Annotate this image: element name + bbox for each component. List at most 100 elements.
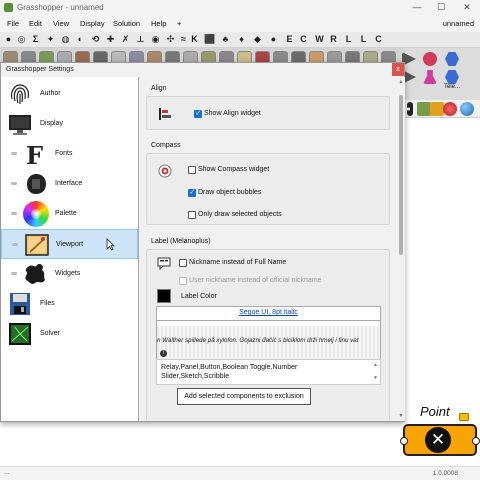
tab-vector-icon[interactable]: ✦ [45, 34, 56, 45]
maximize-button[interactable]: ☐ [434, 2, 448, 13]
bar-icon[interactable] [407, 102, 413, 116]
tab-eye-icon[interactable]: ◉ [150, 34, 161, 45]
tab-l[interactable]: L [343, 34, 354, 45]
tab-transform-icon[interactable]: ✗ [120, 34, 131, 45]
nav-item-files[interactable]: Files [1, 289, 138, 319]
nav-item-interface[interactable]: Interface [1, 169, 138, 199]
nav-item-display[interactable]: Display [1, 109, 138, 139]
nickname-full-name-label[interactable]: Nickname instead of Full Name [189, 259, 286, 266]
hexagon-icon[interactable] [445, 52, 459, 66]
tab-maths-icon[interactable]: ◎ [16, 34, 27, 45]
scroll-down-icon[interactable]: ▼ [373, 375, 378, 381]
exclusion-list[interactable]: Relay,Panel,Button,Boolean Toggle,Number… [156, 359, 381, 385]
nickname-full-name-checkbox[interactable] [179, 259, 187, 267]
output-grip[interactable] [472, 437, 480, 445]
tab-sets-icon[interactable]: Σ [30, 34, 41, 45]
point-component[interactable]: ✕ [400, 424, 480, 456]
show-align-widget-checkbox[interactable] [194, 109, 202, 118]
tab-kangaroo-icon[interactable]: ◆ [252, 34, 263, 45]
exclusion-list-text[interactable]: Relay,Panel,Button,Boolean Toggle,Number… [161, 363, 361, 381]
tab-intersect-icon[interactable]: ✚ [105, 34, 116, 45]
draw-object-bubbles-checkbox[interactable] [188, 188, 196, 197]
settings-dialog: Grasshopper Settings x Author Display F … [0, 62, 405, 422]
scroll-up-icon[interactable]: ▲ [397, 79, 405, 85]
tab-shuffle-icon[interactable]: ≈ [178, 34, 189, 45]
tab-l2[interactable]: L [358, 34, 369, 45]
globe-icon[interactable] [460, 102, 474, 116]
show-compass-widget-label[interactable]: Show Compass widget [198, 166, 269, 173]
tab-plugin-icon[interactable]: ♣ [220, 34, 231, 45]
tab-c2[interactable]: C [373, 34, 384, 45]
nav-item-palette[interactable]: Palette [1, 199, 138, 229]
tree-bullet [11, 152, 17, 155]
tab-curve-icon[interactable]: ◍ [60, 34, 71, 45]
settings-scrollbar[interactable]: ▲ ▼ [397, 77, 405, 421]
tab-ladybug-icon[interactable]: ● [268, 34, 279, 45]
preview-selected-icon[interactable] [430, 102, 444, 116]
draw-object-bubbles-label[interactable]: Draw object bubbles [198, 189, 261, 196]
label-color-swatch[interactable] [157, 289, 171, 303]
flask-icon[interactable] [423, 70, 437, 84]
menu-edit[interactable]: Edit [29, 19, 42, 28]
tab-grid-icon[interactable]: ✣ [165, 34, 176, 45]
input-grip[interactable] [400, 437, 408, 445]
tree-bullet [11, 272, 17, 275]
point-component-label: Point [420, 404, 450, 419]
tab-w[interactable]: W [314, 34, 325, 45]
svg-text:F: F [26, 141, 43, 167]
plugin-label: Tele... [444, 84, 461, 90]
menu-display[interactable]: Display [80, 19, 105, 28]
add-to-exclusion-button[interactable]: Add selected components to exclusion [177, 388, 311, 405]
show-compass-widget-checkbox[interactable] [188, 166, 196, 174]
nav-item-widgets[interactable]: Widgets [1, 259, 138, 289]
menu-file[interactable]: File [7, 19, 19, 28]
font-link[interactable]: Segoe UI, 8pt italic [157, 309, 380, 316]
tab-leaf-icon[interactable]: ♦ [236, 34, 247, 45]
monitor-icon [9, 115, 31, 135]
settings-nav: Author Display F Fonts Interface Palette… [1, 77, 139, 421]
bug-icon[interactable] [423, 52, 437, 66]
only-draw-selected-label[interactable]: Only draw selected objects [198, 211, 282, 218]
preview-icon[interactable] [417, 102, 431, 116]
tab-k[interactable]: K [189, 34, 200, 45]
tab-mesh-icon[interactable]: ⟲ [90, 34, 101, 45]
tab-r[interactable]: R [328, 34, 339, 45]
tab-c[interactable]: C [298, 34, 309, 45]
component-toolbar: ● ◎ Σ ✦ ◍ ◐ ⟲ ✚ ✗ ⟂ ◉ ✣ ≈ K ⬛ ♣ ♦ ◆ ● E … [0, 32, 480, 48]
close-button[interactable]: ✕ [460, 2, 474, 13]
menu-add[interactable]: + [177, 19, 181, 28]
menu-view[interactable]: View [53, 19, 69, 28]
menu-help[interactable]: Help [151, 19, 166, 28]
menu-solution[interactable]: Solution [113, 19, 140, 28]
only-draw-selected-checkbox[interactable] [188, 211, 196, 219]
fingerprint-icon [10, 84, 30, 104]
canvas-toolbar [405, 100, 480, 118]
point-x-icon: ✕ [425, 427, 451, 453]
nav-label: Palette [55, 210, 77, 217]
tab-lunchbox-icon[interactable]: ⬛ [204, 34, 215, 45]
document-name: unnamed [442, 19, 474, 28]
tab-surface-icon[interactable]: ◐ [75, 34, 86, 45]
tab-e[interactable]: E [284, 34, 295, 45]
tab-display-icon[interactable]: ⟂ [135, 34, 146, 45]
dialog-close-button[interactable]: x [392, 63, 404, 76]
nav-item-author[interactable]: Author [1, 79, 138, 109]
show-align-widget-label[interactable]: Show Align widget [204, 110, 261, 117]
font-icon: F [26, 141, 43, 167]
nav-item-solver[interactable]: Solver [1, 319, 138, 349]
widgets-icon [25, 263, 45, 284]
minimize-button[interactable]: — [410, 2, 424, 12]
hexagon-icon[interactable] [445, 70, 459, 84]
nav-item-fonts[interactable]: F Fonts [1, 139, 138, 169]
shaded-icon[interactable] [443, 102, 457, 116]
nav-label: Fonts [55, 150, 73, 157]
tab-params-icon[interactable]: ● [3, 34, 14, 45]
user-nickname-label[interactable]: User nickname instead of official nickna… [189, 277, 322, 284]
font-sample-text: n Walther spillede på xylofon. Gojazni đ… [157, 337, 359, 344]
user-nickname-checkbox[interactable] [179, 277, 187, 285]
nav-item-viewport[interactable]: Viewport [1, 229, 138, 259]
scrollbar-thumb[interactable] [399, 95, 403, 255]
scroll-up-icon[interactable]: ▲ [373, 362, 378, 368]
status-bar: ... 1.0.0008 [0, 466, 480, 480]
scroll-down-icon[interactable]: ▼ [397, 413, 405, 419]
